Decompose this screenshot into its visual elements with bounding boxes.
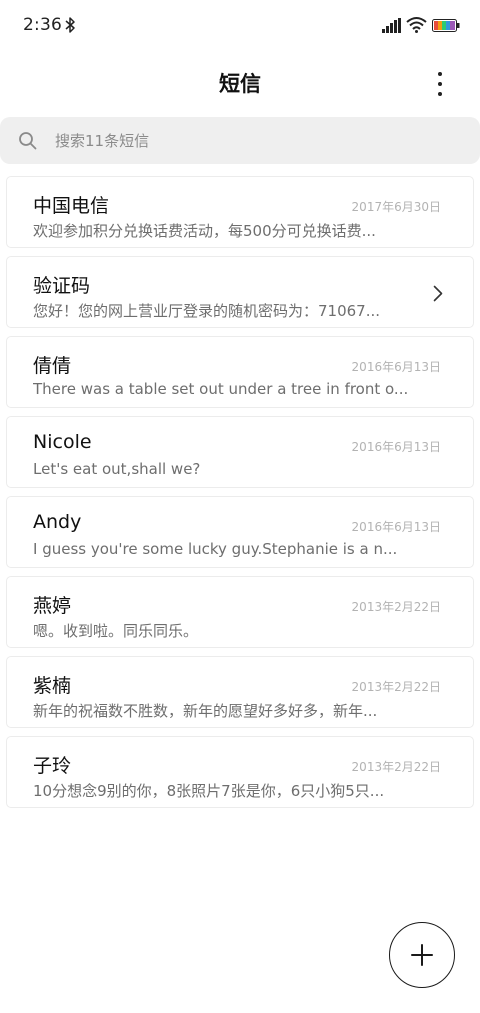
conversation-item[interactable]: Andy 2016年6月13日 I guess you're some luck… bbox=[6, 496, 474, 568]
bluetooth-icon bbox=[65, 17, 75, 33]
conversation-name: 中国电信 bbox=[33, 195, 110, 217]
conversation-name: 验证码 bbox=[33, 275, 91, 297]
conversation-item[interactable]: 燕婷 2013年2月22日 嗯。收到啦。同乐同乐。 bbox=[6, 576, 474, 648]
conversation-preview: Let's eat out,shall we? bbox=[33, 460, 201, 478]
signal-icon bbox=[382, 18, 401, 33]
conversation-date: 2016年6月13日 bbox=[351, 360, 441, 374]
conversation-preview: 10分想念9别的你，8张照片7张是你，6只小狗5只... bbox=[33, 782, 385, 800]
conversation-preview: 嗯。收到啦。同乐同乐。 bbox=[33, 622, 199, 640]
new-message-button[interactable] bbox=[389, 922, 455, 988]
more-options-button[interactable] bbox=[428, 70, 452, 98]
conversation-name: 倩倩 bbox=[33, 355, 72, 377]
plus-icon bbox=[411, 944, 433, 966]
conversation-name: 子玲 bbox=[33, 755, 72, 777]
conversation-name: Andy bbox=[33, 511, 82, 533]
conversation-item[interactable]: 中国电信 2017年6月30日 欢迎参加积分兑换话费活动，每500分可兑换话费.… bbox=[6, 176, 474, 248]
conversation-item[interactable]: 子玲 2013年2月22日 10分想念9别的你，8张照片7张是你，6只小狗5只.… bbox=[6, 736, 474, 808]
conversation-name: 燕婷 bbox=[33, 595, 72, 617]
conversation-item[interactable]: 验证码 您好！您的网上营业厅登录的随机密码为：71067... bbox=[6, 256, 474, 328]
conversation-preview: 您好！您的网上营业厅登录的随机密码为：71067... bbox=[33, 302, 381, 320]
conversation-preview: I guess you're some lucky guy.Stephanie … bbox=[33, 540, 398, 558]
battery-icon bbox=[432, 19, 460, 32]
conversation-preview: 新年的祝福数不胜数，新年的愿望好多好多，新年... bbox=[33, 702, 378, 720]
conversation-item[interactable]: 紫楠 2013年2月22日 新年的祝福数不胜数，新年的愿望好多好多，新年... bbox=[6, 656, 474, 728]
conversation-date: 2013年2月22日 bbox=[351, 760, 441, 774]
search-placeholder: 搜索11条短信 bbox=[55, 132, 150, 150]
conversation-list: 中国电信 2017年6月30日 欢迎参加积分兑换话费活动，每500分可兑换话费.… bbox=[6, 176, 474, 816]
more-vertical-icon bbox=[438, 72, 442, 76]
conversation-name: Nicole bbox=[33, 431, 92, 453]
conversation-item[interactable]: 倩倩 2016年6月13日 There was a table set out … bbox=[6, 336, 474, 408]
conversation-date: 2017年6月30日 bbox=[351, 200, 441, 214]
conversation-date: 2013年2月22日 bbox=[351, 680, 441, 694]
status-time: 2:36 bbox=[23, 15, 62, 35]
more-vertical-icon-dot bbox=[438, 82, 442, 86]
conversation-preview: There was a table set out under a tree i… bbox=[33, 380, 409, 398]
wifi-icon bbox=[406, 17, 427, 33]
conversation-date: 2016年6月13日 bbox=[351, 520, 441, 534]
conversation-preview: 欢迎参加积分兑换话费活动，每500分可兑换话费... bbox=[33, 222, 376, 240]
search-input[interactable]: 搜索11条短信 bbox=[0, 117, 480, 164]
chevron-right-icon bbox=[433, 285, 443, 302]
page-title: 短信 bbox=[219, 72, 261, 96]
conversation-name: 紫楠 bbox=[33, 675, 72, 697]
search-icon bbox=[19, 132, 37, 150]
conversation-date: 2016年6月13日 bbox=[351, 440, 441, 454]
conversation-item[interactable]: Nicole 2016年6月13日 Let's eat out,shall we… bbox=[6, 416, 474, 488]
status-bar: 2:36 bbox=[0, 0, 480, 52]
more-vertical-icon-dot bbox=[438, 92, 442, 96]
conversation-date: 2013年2月22日 bbox=[351, 600, 441, 614]
